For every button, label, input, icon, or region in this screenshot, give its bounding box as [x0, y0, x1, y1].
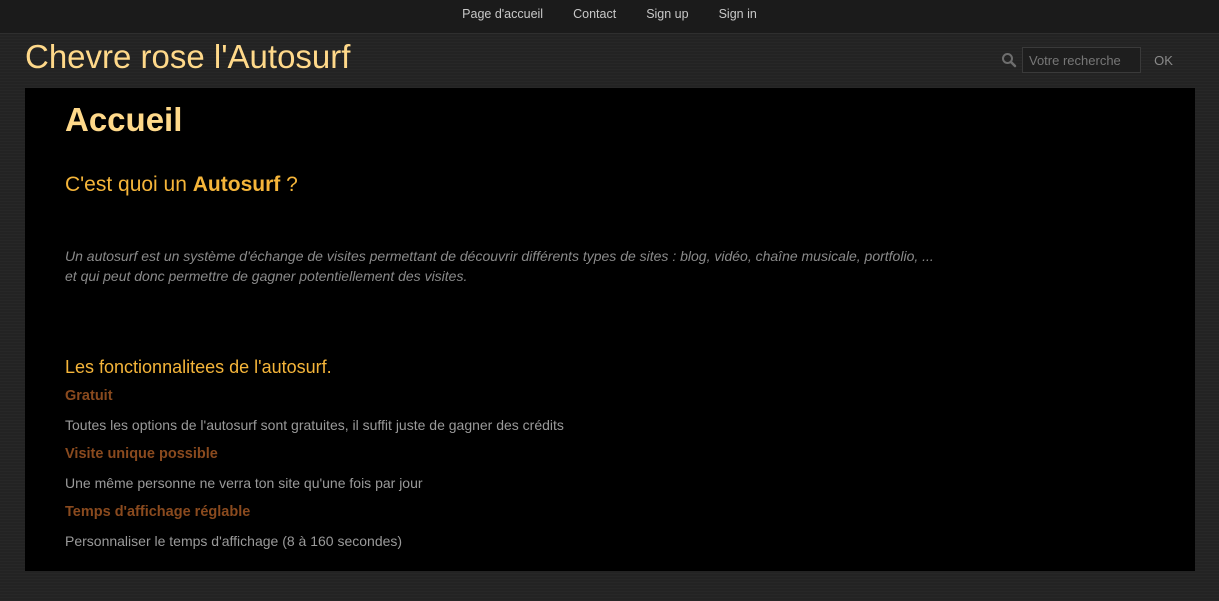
search-submit-button[interactable]: OK	[1147, 46, 1180, 74]
top-navbar: Page d'accueil Contact Sign up Sign in	[0, 0, 1219, 34]
feature-title: Temps d'affichage réglable	[65, 504, 251, 520]
search-form: OK	[1000, 45, 1180, 75]
nav-link-home[interactable]: Page d'accueil	[462, 7, 543, 21]
search-icon	[1000, 51, 1018, 69]
question-keyword: Autosurf	[192, 173, 281, 196]
site-title[interactable]: Chevre rose l'Autosurf	[25, 37, 350, 77]
question-suffix: ?	[280, 173, 298, 196]
nav-link-contact[interactable]: Contact	[573, 7, 616, 21]
section-heading-what-is: C'est quoi un Autosurf ?	[65, 172, 298, 198]
feature-description: Une même personne ne verra ton site qu'u…	[65, 475, 423, 491]
top-nav: Page d'accueil Contact Sign up Sign in	[0, 0, 1219, 28]
nav-link-sign-up[interactable]: Sign up	[646, 7, 688, 21]
page-title: Accueil	[65, 101, 183, 138]
feature-title: Gratuit	[65, 388, 113, 404]
search-input[interactable]	[1022, 47, 1141, 73]
nav-link-sign-in[interactable]: Sign in	[719, 7, 757, 21]
feature-description: Personnaliser le temps d'affichage (8 à …	[65, 533, 403, 549]
feature-title: Visite unique possible	[65, 446, 218, 462]
question-prefix: C'est quoi un	[65, 173, 193, 196]
feature-description: Toutes les options de l'autosurf sont gr…	[65, 417, 564, 433]
features-heading: Les fonctionnalitees de l'autosurf.	[65, 357, 332, 377]
main-content: Accueil C'est quoi un Autosurf ? Un auto…	[25, 88, 1195, 571]
intro-paragraph: Un autosurf est un système d'échange de …	[65, 248, 934, 284]
